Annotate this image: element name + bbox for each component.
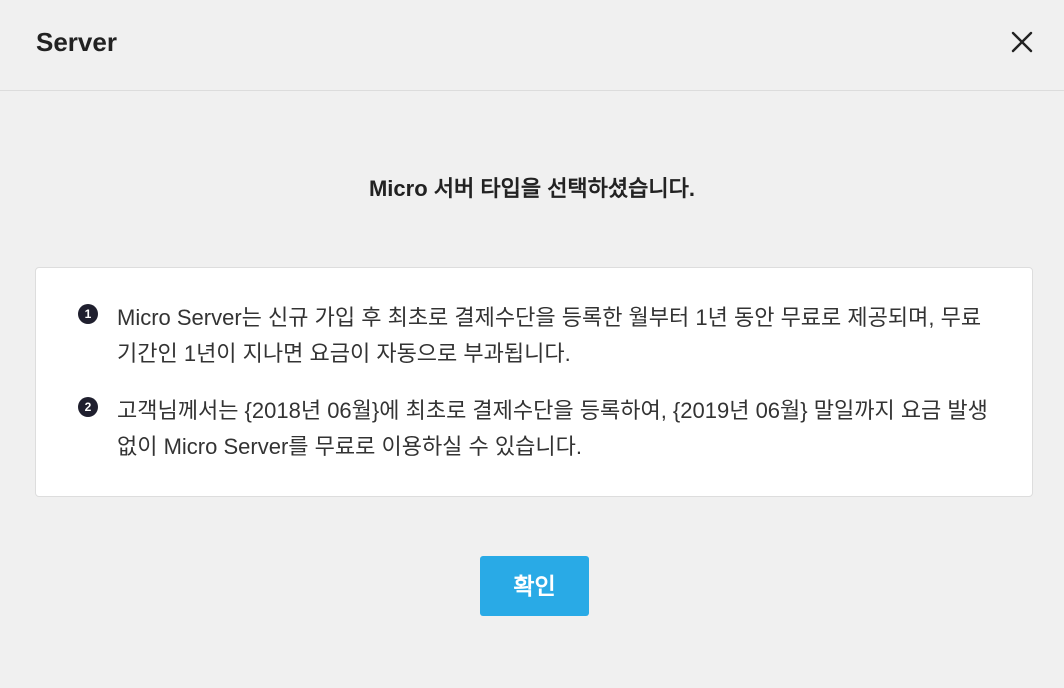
info-box: 1 Micro Server는 신규 가입 후 최초로 결제수단을 등록한 월부…	[35, 267, 1033, 497]
dialog-title: Server	[36, 27, 117, 57]
server-dialog: Server Micro 서버 타입을 선택하셨습니다. 1 Micro Ser…	[0, 0, 1064, 688]
info-text: 고객님께서는 {2018년 06월}에 최초로 결제수단을 등록하여, {201…	[117, 398, 988, 459]
dialog-header: Server	[0, 0, 1064, 91]
dialog-headline: Micro 서버 타입을 선택하셨습니다.	[368, 176, 695, 201]
close-icon	[1011, 31, 1033, 53]
info-text: Micro Server는 신규 가입 후 최초로 결제수단을 등록한 월부터 …	[117, 305, 982, 366]
number-badge: 1	[78, 304, 98, 324]
close-button[interactable]	[1008, 28, 1036, 56]
confirm-button[interactable]: 확인	[480, 556, 589, 616]
number-badge: 2	[78, 397, 98, 417]
